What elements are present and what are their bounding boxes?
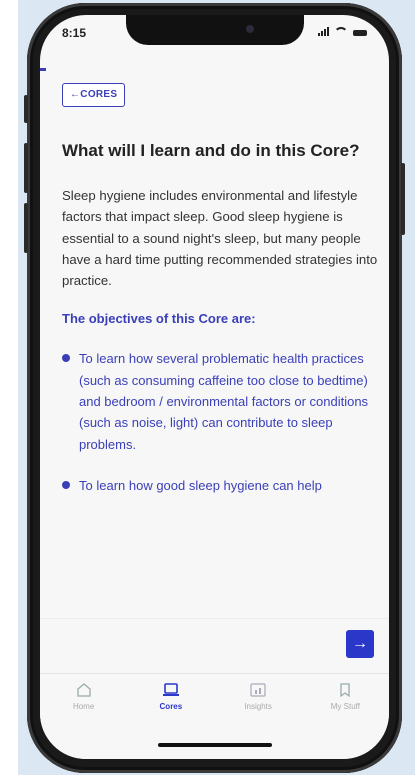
- tab-cores[interactable]: Cores: [127, 674, 214, 734]
- objective-item: To learn how good sleep hygiene can help: [62, 475, 380, 496]
- bullet-icon: [62, 480, 70, 489]
- page-title: What will I learn and do in this Core?: [62, 141, 360, 160]
- next-button[interactable]: →: [346, 630, 374, 658]
- status-icons: [318, 27, 367, 36]
- back-to-cores-button[interactable]: ←CORES: [62, 83, 126, 107]
- objectives-title: The objectives of this Core are:: [62, 311, 256, 327]
- tab-label: My Stuff: [330, 702, 360, 711]
- tab-bar: Home Cores Insights My Stuff: [40, 673, 389, 734]
- battery-icon: [353, 30, 367, 36]
- objective-text: To learn how several problematic health …: [79, 351, 369, 452]
- tab-my-stuff[interactable]: My Stuff: [302, 674, 389, 734]
- tab-insights[interactable]: Insights: [215, 674, 302, 734]
- intro-paragraph: Sleep hygiene includes environmental and…: [62, 188, 378, 289]
- phone-device: 8:15 ←CORES What will I learn and do in …: [24, 3, 405, 773]
- camera-icon: [246, 25, 254, 33]
- objective-text: To learn how good sleep hygiene can help: [79, 477, 322, 493]
- core-content: What will I learn and do in this Core? S…: [62, 140, 380, 516]
- notch: [126, 15, 304, 45]
- tab-home[interactable]: Home: [40, 674, 127, 734]
- objectives-list: To learn how several problematic health …: [62, 348, 380, 496]
- status-time: 8:15: [62, 26, 87, 40]
- power-button: [401, 163, 405, 235]
- phone-screen: 8:15 ←CORES What will I learn and do in …: [40, 15, 389, 759]
- volume-up-button: [24, 143, 28, 193]
- wifi-icon: [334, 27, 348, 36]
- tab-label: Cores: [159, 702, 183, 711]
- bookmark-icon: [340, 683, 351, 698]
- arrow-right-icon: →: [352, 635, 368, 652]
- objective-item: To learn how several problematic health …: [62, 348, 380, 454]
- volume-down-button: [24, 203, 28, 253]
- tab-label: Home: [72, 702, 95, 711]
- bullet-icon: [62, 354, 70, 363]
- tab-label: Insights: [244, 702, 272, 711]
- accent-line: [40, 68, 46, 71]
- home-icon: [76, 683, 91, 697]
- chart-icon: [250, 683, 266, 697]
- laptop-icon: [162, 683, 179, 696]
- frame-left-edge: [0, 0, 18, 775]
- mute-switch: [24, 95, 28, 123]
- home-indicator: [158, 743, 272, 747]
- signal-icon: [318, 27, 329, 36]
